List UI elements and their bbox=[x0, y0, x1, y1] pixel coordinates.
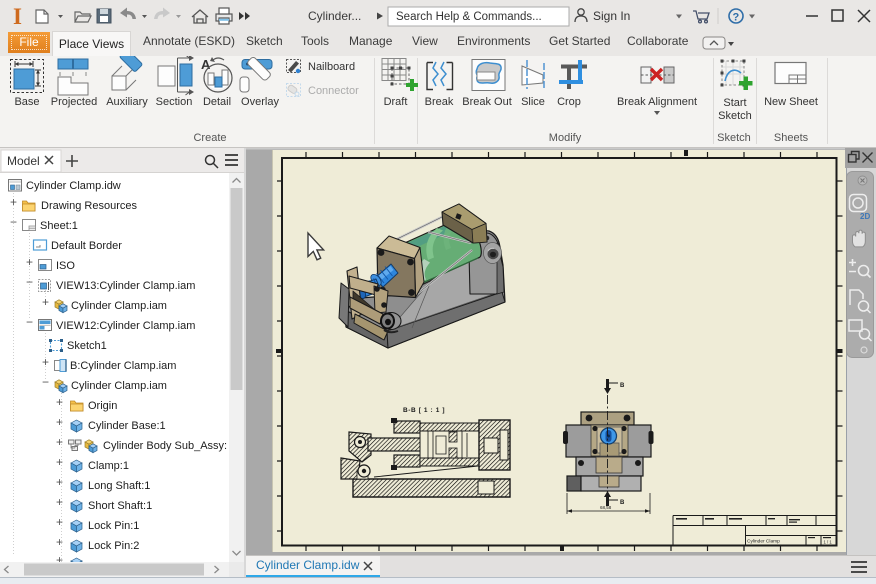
svg-text:?: ? bbox=[733, 12, 740, 24]
svg-text:−: − bbox=[10, 215, 17, 229]
svg-text:Clamp:1: Clamp:1 bbox=[88, 460, 129, 472]
svg-text:Drawing Resources: Drawing Resources bbox=[41, 200, 137, 212]
svg-text:I: I bbox=[13, 4, 22, 29]
svg-text:B: B bbox=[620, 383, 625, 389]
svg-text:+: + bbox=[42, 295, 49, 309]
svg-text:2D: 2D bbox=[860, 212, 870, 221]
svg-text:Search Help & Commands...: Search Help & Commands... bbox=[396, 11, 542, 23]
svg-text:Origin: Origin bbox=[88, 400, 117, 412]
svg-text:B-B [ 1 : 1 ]: B-B [ 1 : 1 ] bbox=[403, 407, 445, 414]
svg-text:+: + bbox=[56, 475, 63, 489]
svg-text:+: + bbox=[10, 195, 17, 209]
svg-text:VIEW12:Cylinder Clamp.iam: VIEW12:Cylinder Clamp.iam bbox=[56, 320, 195, 332]
svg-text:+: + bbox=[56, 515, 63, 529]
svg-text:Long Shaft:1: Long Shaft:1 bbox=[88, 480, 150, 492]
svg-text:Short Shaft:1: Short Shaft:1 bbox=[88, 500, 152, 512]
svg-text:B:Cylinder Clamp.iam: B:Cylinder Clamp.iam bbox=[70, 360, 176, 372]
svg-text:Lock Pin:1: Lock Pin:1 bbox=[88, 520, 139, 532]
svg-text:+: + bbox=[56, 455, 63, 469]
svg-text:Lock Pin:2: Lock Pin:2 bbox=[88, 540, 139, 552]
svg-text:Sheet:1: Sheet:1 bbox=[40, 220, 78, 232]
svg-text:Connector: Connector bbox=[308, 85, 359, 97]
svg-text:Default Border: Default Border bbox=[51, 240, 122, 252]
svg-text:+: + bbox=[26, 255, 33, 269]
svg-text:Sign In: Sign In bbox=[593, 9, 630, 23]
svg-text:−: − bbox=[42, 375, 49, 389]
svg-text:Cylinder Clamp.iam: Cylinder Clamp.iam bbox=[71, 300, 167, 312]
svg-text:+: + bbox=[56, 535, 63, 549]
svg-text:+: + bbox=[56, 415, 63, 429]
svg-text:ISO: ISO bbox=[56, 260, 75, 272]
svg-text:Model: Model bbox=[7, 154, 40, 168]
svg-text:Nailboard: Nailboard bbox=[308, 61, 355, 73]
svg-text:Cylinder Clamp: Cylinder Clamp bbox=[747, 539, 780, 545]
svg-text:−: − bbox=[26, 315, 33, 329]
svg-text:Cylinder...: Cylinder... bbox=[308, 9, 361, 23]
svg-text:Cylinder Body Sub_Assy:: Cylinder Body Sub_Assy: bbox=[103, 440, 227, 452]
svg-text:VIEW13:Cylinder Clamp.iam: VIEW13:Cylinder Clamp.iam bbox=[56, 280, 195, 292]
svg-text:Cylinder Clamp.iam: Cylinder Clamp.iam bbox=[71, 380, 167, 392]
svg-text:+: + bbox=[42, 355, 49, 369]
svg-text:Sketch1: Sketch1 bbox=[67, 340, 107, 352]
svg-text:+: + bbox=[56, 395, 63, 409]
svg-text:Cylinder Clamp.idw: Cylinder Clamp.idw bbox=[26, 180, 121, 192]
svg-text:1 / 1: 1 / 1 bbox=[824, 540, 833, 545]
svg-text:68,58: 68,58 bbox=[600, 505, 612, 510]
svg-text:−: − bbox=[26, 275, 33, 289]
svg-text:B: B bbox=[620, 500, 625, 506]
svg-text:+: + bbox=[56, 495, 63, 509]
svg-text:+: + bbox=[56, 435, 63, 449]
svg-text:Cylinder Base:1: Cylinder Base:1 bbox=[88, 420, 166, 432]
